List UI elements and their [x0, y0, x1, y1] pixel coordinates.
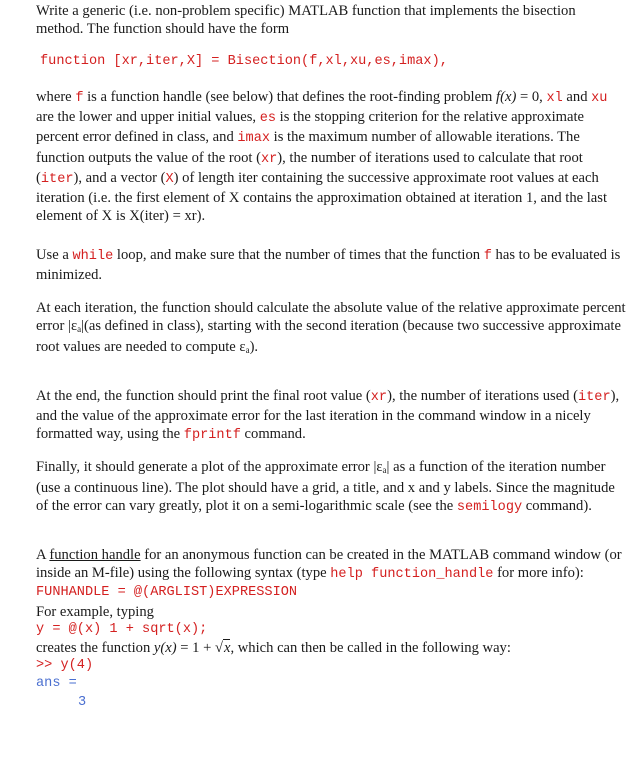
- function-handle-paragraph: A function handle for an anonymous funct…: [36, 547, 622, 583]
- sqrt-symbol: √: [214, 640, 223, 657]
- ans-value: 3: [78, 694, 87, 710]
- intro-paragraph: Write a generic (i.e. non-problem specif…: [36, 3, 576, 38]
- code-xl: xl: [546, 91, 563, 106]
- code-X: X: [165, 171, 174, 187]
- call-line: >> y(4): [36, 658, 94, 674]
- code-iter: iter: [577, 390, 611, 405]
- code-fprintf: fprintf: [183, 428, 241, 444]
- code-iter: iter: [40, 171, 74, 187]
- ans-label: ans =: [36, 676, 77, 692]
- example-intro: For example, typing: [36, 603, 154, 620]
- example-code: y = @(x) 1 + sqrt(x);: [36, 621, 208, 637]
- code-f: f: [483, 249, 492, 264]
- code-while: while: [72, 249, 114, 264]
- function-handle-link[interactable]: function handle: [49, 547, 140, 563]
- code-xr: xr: [260, 151, 278, 167]
- syntax-line: FUNHANDLE = @(ARGLIST)EXPRESSION: [36, 585, 298, 601]
- math-fx: f(x): [496, 89, 517, 105]
- code-xu: xu: [591, 91, 608, 106]
- function-handle-section: A function handle for an anonymous funct…: [36, 546, 626, 712]
- plot-paragraph: Finally, it should generate a plot of th…: [36, 459, 615, 516]
- code-semilogy: semilogy: [456, 500, 523, 516]
- creates-line: creates the function y(x) = 1 + √x, whic…: [36, 639, 511, 657]
- while-loop-paragraph: Use a while loop, and make sure that the…: [36, 247, 621, 284]
- parameters-paragraph: where f is a function handle (see below)…: [36, 89, 608, 225]
- error-paragraph: At each iteration, the function should c…: [36, 300, 626, 356]
- print-paragraph: At the end, the function should print th…: [36, 388, 620, 444]
- code-xr: xr: [370, 390, 388, 405]
- math-yx: y(x): [153, 640, 177, 657]
- code-imax: imax: [237, 131, 271, 147]
- function-signature: function [xr,iter,X] = Bisection(f,xl,xu…: [40, 54, 448, 69]
- code-es: es: [259, 111, 277, 127]
- code-help: help function_handle: [330, 567, 494, 583]
